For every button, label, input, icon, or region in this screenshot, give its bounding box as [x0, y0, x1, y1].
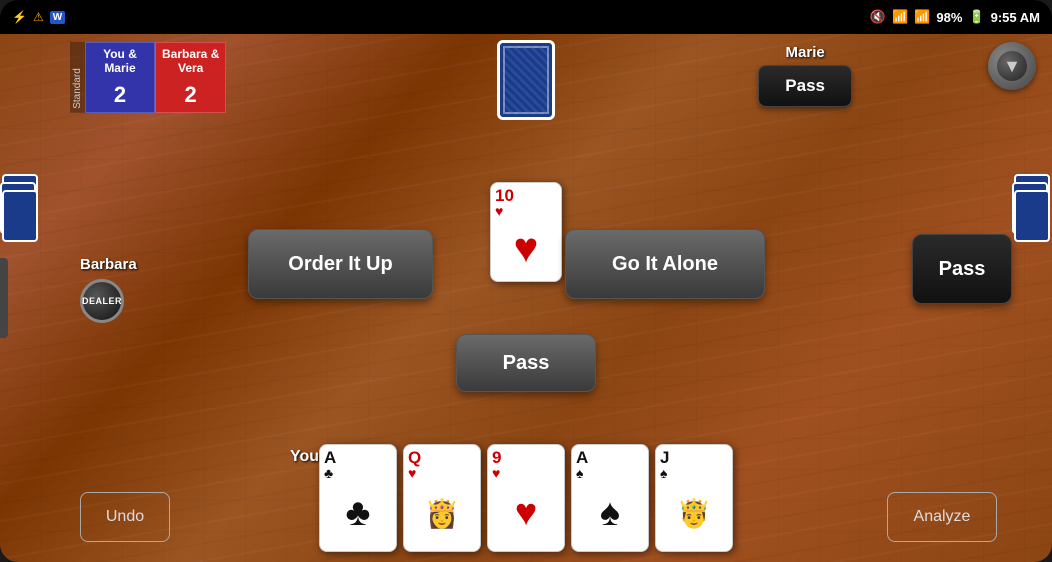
pass-marie-button[interactable]: Pass: [758, 65, 852, 107]
mute-icon: 🔇: [870, 9, 886, 25]
side-button-left: [0, 258, 8, 338]
signal-icon: 📶: [914, 9, 930, 25]
alert-icon: ⚠: [33, 10, 44, 24]
pass-center-button[interactable]: Pass: [456, 334, 596, 392]
card-4-center: 🤴: [660, 480, 728, 547]
battery-icon: 🔋: [968, 9, 984, 25]
side-cards-left: [0, 174, 40, 264]
card-corner: 10 ♥: [495, 187, 557, 218]
settings-button[interactable]: ▼: [988, 42, 1036, 90]
hand-card-0[interactable]: A ♣ ♣: [319, 444, 397, 552]
center-card-suit-small: ♥: [495, 204, 503, 218]
card-2-corner: 9 ♥: [492, 449, 560, 480]
hand-card-3[interactable]: A ♠ ♠: [571, 444, 649, 552]
you-label: You: [290, 448, 319, 466]
pass-right-button[interactable]: Pass: [912, 234, 1012, 304]
player-marie: Marie Pass: [758, 44, 852, 107]
side-card-right-3: [1014, 190, 1050, 242]
undo-button[interactable]: Undo: [80, 492, 170, 542]
card-4-corner: J ♠: [660, 449, 728, 480]
settings-icon: ▼: [997, 51, 1027, 81]
marie-name: Marie: [758, 44, 852, 61]
team1-score: 2: [114, 80, 126, 112]
card-1-corner: Q ♥: [408, 449, 476, 480]
dealer-chip: DEALER: [80, 279, 124, 323]
card-2-suit-small: ♥: [492, 466, 500, 480]
battery-percent: 98%: [936, 10, 962, 25]
card-4-suit-small: ♠: [660, 466, 667, 480]
center-card-suit-large: ♥: [495, 218, 557, 277]
status-icons-right: 🔇 📶 📶 98% 🔋 9:55 AM: [870, 9, 1040, 25]
usb-icon: ⚡: [12, 10, 27, 24]
card-1-rank: Q: [408, 449, 421, 466]
card-3-corner: A ♠: [576, 449, 644, 480]
score-team-red: Barbara & Vera 2: [155, 42, 226, 113]
center-card: 10 ♥ ♥: [490, 182, 562, 282]
analyze-button[interactable]: Analyze: [887, 492, 997, 542]
word-icon: W: [50, 11, 65, 24]
team1-name: You & Marie: [97, 43, 143, 80]
card-2-rank: 9: [492, 449, 501, 466]
side-cards-right: [1012, 174, 1052, 264]
score-team-blue: You & Marie 2: [85, 42, 155, 113]
phone-frame: ⚡ ⚠ W 🔇 📶 📶 98% 🔋 9:55 AM Standard You &…: [0, 0, 1052, 562]
barbara-name: Barbara: [80, 256, 137, 273]
go-it-alone-button[interactable]: Go It Alone: [565, 229, 765, 299]
card-3-suit-small: ♠: [576, 466, 583, 480]
status-icons-left: ⚡ ⚠ W: [12, 10, 65, 24]
card-1-suit-small: ♥: [408, 466, 416, 480]
hand-card-4[interactable]: J ♠ 🤴: [655, 444, 733, 552]
card-4-rank: J: [660, 449, 669, 466]
card-1-center: 👸: [408, 480, 476, 547]
center-card-rank: 10: [495, 187, 514, 204]
top-deck: [497, 40, 555, 120]
side-card-left-3: [2, 190, 38, 242]
hand-card-1[interactable]: Q ♥ 👸: [403, 444, 481, 552]
clock: 9:55 AM: [991, 10, 1040, 25]
team2-name: Barbara & Vera: [156, 43, 225, 80]
player-barbara: Barbara DEALER: [80, 256, 137, 323]
status-bar: ⚡ ⚠ W 🔇 📶 📶 98% 🔋 9:55 AM: [0, 0, 1052, 34]
card-3-center: ♠: [576, 480, 644, 547]
score-label: Standard: [70, 42, 85, 113]
team2-score: 2: [185, 80, 197, 112]
wifi-icon: 📶: [892, 9, 908, 25]
hand-card-2[interactable]: 9 ♥ ♥: [487, 444, 565, 552]
card-0-rank: A: [324, 449, 336, 466]
card-back-pattern: [503, 46, 549, 114]
card-2-center: ♥: [492, 480, 560, 547]
card-0-center: ♣: [324, 480, 392, 547]
card-0-suit-small: ♣: [324, 466, 333, 480]
card-3-rank: A: [576, 449, 588, 466]
card-back-deck: [497, 40, 555, 120]
game-area: Standard You & Marie 2 Barbara & Vera 2 …: [0, 34, 1052, 562]
order-it-up-button[interactable]: Order It Up: [248, 229, 433, 299]
card-0-corner: A ♣: [324, 449, 392, 480]
score-panel: Standard You & Marie 2 Barbara & Vera 2: [70, 42, 226, 113]
hand-cards: A ♣ ♣ Q ♥ 👸 9 ♥ ♥: [319, 444, 733, 552]
